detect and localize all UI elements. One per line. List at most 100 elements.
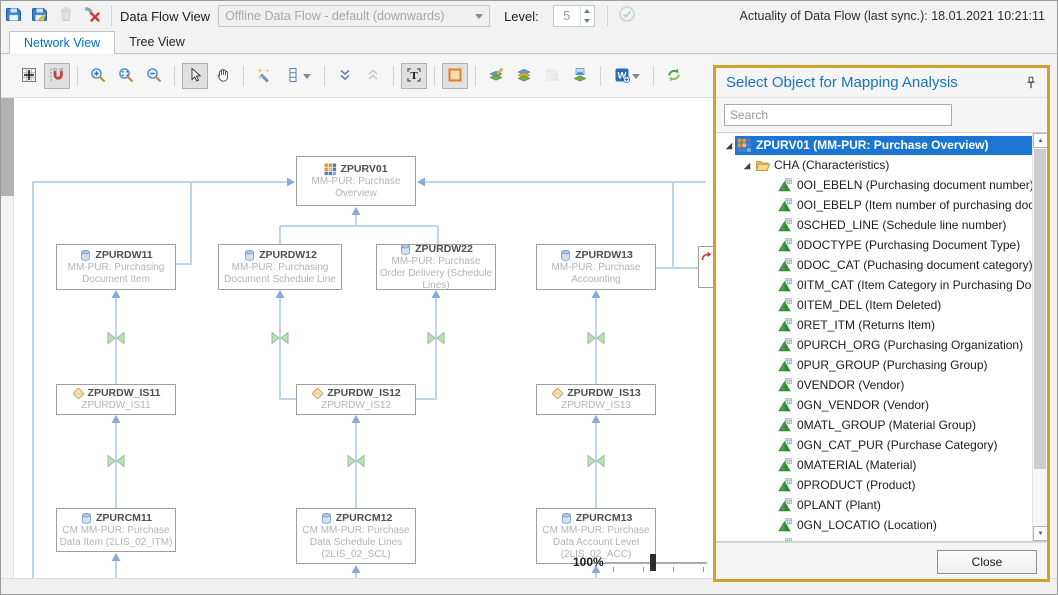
diagram-node-zpurdw_is11[interactable]: ZPURDW_IS11ZPURDW_IS11 <box>56 384 176 415</box>
diagram-node-zpurcm12[interactable]: ZPURCM12CM MM-PUR: Purchase Data Schedul… <box>296 508 416 564</box>
panel-footer: Close <box>716 542 1047 579</box>
grid-button[interactable] <box>16 63 42 89</box>
tree-item-root[interactable]: ZPURV01 (MM-PUR: Purchase Overview) <box>716 135 1032 155</box>
text-toggle-button[interactable]: T <box>401 63 427 89</box>
tree-item-characteristic[interactable]: 0GN_VENDOR (Vendor) <box>716 395 1032 415</box>
scrollbar-thumb[interactable] <box>1034 149 1046 469</box>
expand-all-button[interactable] <box>360 63 386 89</box>
layers-image-button[interactable] <box>567 63 593 89</box>
tab-label: Tree View <box>129 35 185 49</box>
zoom-slider-track[interactable] <box>605 562 707 564</box>
level-value: 5 <box>554 6 580 26</box>
selected-row-highlight[interactable]: ZPURV01 (MM-PUR: Purchase Overview) <box>735 136 1032 155</box>
diagram-node-zpurdw_is12[interactable]: ZPURDW_IS12ZPURDW_IS12 <box>296 384 416 415</box>
continuation-node[interactable] <box>698 246 713 288</box>
node-id: ZPURV01 <box>340 163 387 176</box>
collapsed-panel-handle[interactable] <box>1 98 14 196</box>
swimlane-button[interactable] <box>279 63 317 89</box>
level-spinner[interactable]: 5 <box>553 5 595 27</box>
spinner-up-button[interactable] <box>581 6 594 16</box>
characteristic-icon <box>778 178 793 193</box>
tree-item-characteristic[interactable]: 0MATERIAL (Material) <box>716 455 1032 475</box>
zoom-control: 100% <box>569 551 709 577</box>
data-flow-dropdown[interactable]: Offline Data Flow - default (downwards) <box>218 5 490 27</box>
diagram-node-zpurv01[interactable]: ZPURV01MM-PUR: Purchase Overview <box>296 156 416 206</box>
diagram-node-zpurdw12[interactable]: ZPURDW12MM-PUR: Purchasing Document Sche… <box>218 244 342 290</box>
diagram-node-zpurdw13[interactable]: ZPURDW13MM-PUR: Purchase Accounting <box>536 244 656 290</box>
zoom-slider-handle[interactable] <box>650 554 656 571</box>
color-grid-button[interactable] <box>539 63 565 89</box>
tree-item-characteristic[interactable]: 0PRODUCT (Product) <box>716 475 1032 495</box>
tree-item-characteristic-partial[interactable] <box>716 535 1032 542</box>
tree-item-characteristic[interactable]: 0MATL_GROUP (Material Group) <box>716 415 1032 435</box>
tree-item-characteristic[interactable]: 0GN_LOCATIO (Location) <box>716 515 1032 535</box>
save-button[interactable] <box>2 4 26 28</box>
auto-layout-button[interactable] <box>251 63 277 89</box>
zoom-fit-button[interactable] <box>113 63 139 89</box>
tree-item-characteristic[interactable]: 0DOCTYPE (Purchasing Document Type) <box>716 235 1032 255</box>
expander-icon[interactable] <box>740 159 753 172</box>
node-id: ZPURDW22 <box>415 244 473 256</box>
snap-button[interactable] <box>44 63 70 89</box>
zoom-out-button[interactable] <box>141 63 167 89</box>
tree-item-characteristic[interactable]: 0OI_EBELN (Purchasing document number) <box>716 175 1032 195</box>
collapse-all-button[interactable] <box>332 63 358 89</box>
characteristic-icon <box>778 358 793 373</box>
layers-image-icon <box>572 67 588 86</box>
scroll-down-button[interactable]: ▼ <box>1033 526 1047 541</box>
object-tree: ZPURV01 (MM-PUR: Purchase Overview) CHA (… <box>716 132 1047 542</box>
characteristic-icon <box>778 338 793 353</box>
pin-icon[interactable] <box>1023 75 1039 91</box>
tree-item-label: CHA (Characteristics) <box>774 158 889 172</box>
sync-check-button[interactable] <box>615 4 639 28</box>
tree-item-label: 0RET_ITM (Returns Item) <box>797 318 935 332</box>
layers-edit-button[interactable] <box>483 63 509 89</box>
tree-rows: ZPURV01 (MM-PUR: Purchase Overview) CHA (… <box>716 135 1032 542</box>
word-export-button[interactable]: W <box>608 63 646 89</box>
tab-tree-view[interactable]: Tree View <box>115 31 199 53</box>
search-input[interactable] <box>724 104 952 126</box>
save-all-icon <box>31 5 49 28</box>
tab-network-view[interactable]: Network View <box>9 31 115 54</box>
remove-data-flow-button[interactable] <box>80 4 104 28</box>
tree-item-characteristic[interactable]: 0VENDOR (Vendor) <box>716 375 1032 395</box>
chevron-down-icon <box>303 74 311 79</box>
diagram-node-zpurcm11[interactable]: ZPURCM11CM MM-PUR: Purchase Data Item (2… <box>56 508 176 552</box>
tree-item-characteristic[interactable]: 0SCHED_LINE (Schedule line number) <box>716 215 1032 235</box>
expander-icon[interactable] <box>722 139 735 152</box>
scroll-up-button[interactable]: ▲ <box>1033 133 1047 148</box>
tree-item-characteristic[interactable]: 0PURCH_ORG (Purchasing Organization) <box>716 335 1032 355</box>
refresh-button[interactable] <box>661 63 687 89</box>
node-id: ZPURCM11 <box>96 512 152 525</box>
tree-item-folder-cha[interactable]: CHA (Characteristics) <box>716 155 1032 175</box>
node-id: ZPURDW11 <box>95 249 152 262</box>
characteristic-icon <box>778 238 793 253</box>
scroll-down-icon: ▼ <box>1038 531 1044 537</box>
orange-frame-icon <box>447 67 463 86</box>
tree-item-characteristic[interactable]: 0DOC_CAT (Puchasing document category) <box>716 255 1032 275</box>
zoom-tick <box>643 567 644 572</box>
spinner-down-button[interactable] <box>581 16 594 26</box>
close-button[interactable]: Close <box>937 550 1037 574</box>
pointer-button[interactable] <box>182 63 208 89</box>
diagram-node-zpurdw11[interactable]: ZPURDW11MM-PUR: Purchasing Document Item <box>56 244 176 290</box>
tree-item-characteristic[interactable]: 0GN_CAT_PUR (Purchase Category) <box>716 435 1032 455</box>
delete-button[interactable] <box>54 4 78 28</box>
tree-item-characteristic[interactable]: 0ITEM_DEL (Item Deleted) <box>716 295 1032 315</box>
tree-item-characteristic[interactable]: 0PLANT (Plant) <box>716 495 1032 515</box>
tree-item-characteristic[interactable]: 0PUR_GROUP (Purchasing Group) <box>716 355 1032 375</box>
tree-item-characteristic[interactable]: 0RET_ITM (Returns Item) <box>716 315 1032 335</box>
tree-item-label: 0PLANT (Plant) <box>797 498 881 512</box>
tree-item-characteristic[interactable]: 0ITM_CAT (Item Category in Purchasing Do… <box>716 275 1032 295</box>
tree-scrollbar[interactable]: ▲ ▼ <box>1032 133 1047 541</box>
save-all-button[interactable] <box>28 4 52 28</box>
diagram-node-zpurdw_is13[interactable]: ZPURDW_IS13ZPURDW_IS13 <box>536 384 656 415</box>
tree-item-characteristic[interactable]: 0OI_EBELP (Item number of purchasing doc… <box>716 195 1032 215</box>
layers-stack-button[interactable] <box>511 63 537 89</box>
frame-toggle-button[interactable] <box>442 63 468 89</box>
diagram-node-zpurdw22[interactable]: ZPURDW22MM-PUR: Purchase Order Delivery … <box>376 244 496 290</box>
node-title: ZPURCM12 <box>320 512 393 525</box>
zoom-percent-label: 100% <box>573 555 604 569</box>
pan-button[interactable] <box>210 63 236 89</box>
zoom-in-button[interactable] <box>85 63 111 89</box>
